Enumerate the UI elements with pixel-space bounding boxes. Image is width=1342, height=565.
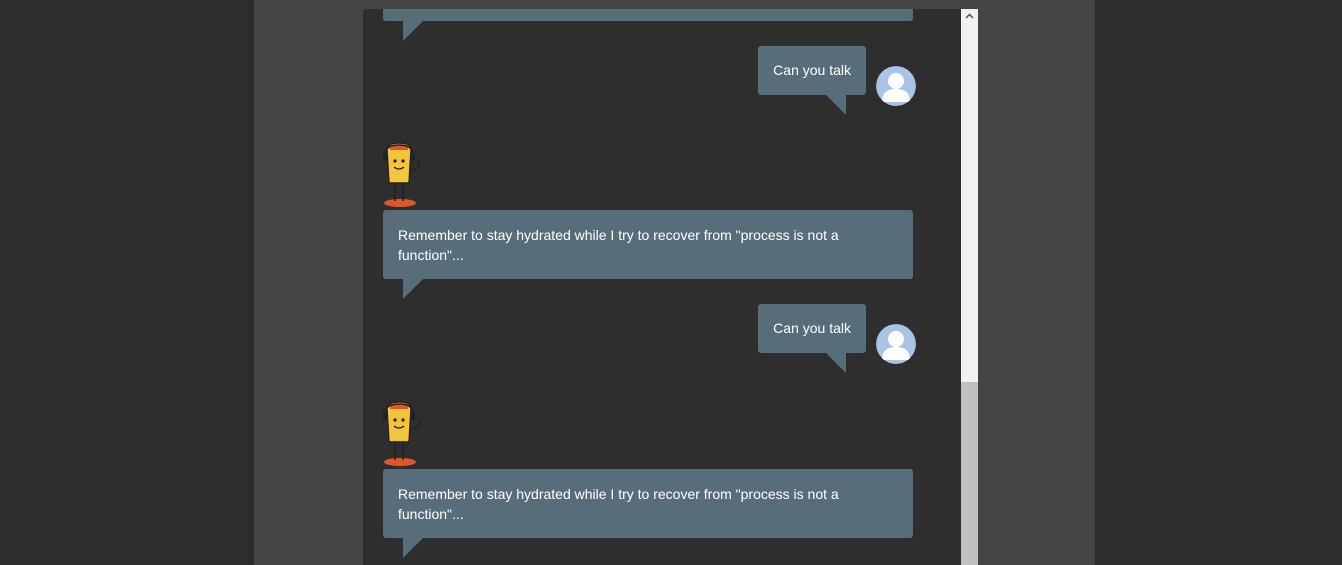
chevron-up-icon bbox=[965, 13, 974, 19]
bubble-tail bbox=[403, 279, 423, 299]
bubble-tail bbox=[403, 21, 423, 41]
bubble-tail bbox=[403, 538, 423, 558]
user-message-text: Can you talk bbox=[773, 62, 851, 78]
scrollbar-thumb[interactable] bbox=[961, 382, 978, 565]
bot-message-text: Remember to stay hydrated while I try to… bbox=[398, 486, 839, 522]
scrollbar[interactable] bbox=[961, 9, 978, 565]
user-avatar-icon bbox=[876, 66, 916, 106]
chat-window: Can you talk Remember to stay hydrated w bbox=[363, 9, 978, 565]
scroll-up-button[interactable] bbox=[961, 9, 978, 26]
user-message-bubble: Can you talk bbox=[758, 304, 866, 373]
robot-mascot-icon bbox=[381, 139, 425, 209]
user-message-text: Can you talk bbox=[773, 320, 851, 336]
user-message-bubble: Can you talk bbox=[758, 46, 866, 115]
bot-message-bubble bbox=[383, 9, 913, 41]
bubble-tail bbox=[826, 352, 846, 373]
user-avatar-icon bbox=[876, 324, 916, 364]
bubble-tail bbox=[826, 94, 846, 115]
bot-message-bubble: Remember to stay hydrated while I try to… bbox=[383, 210, 913, 299]
bot-message-bubble: Remember to stay hydrated while I try to… bbox=[383, 469, 913, 558]
bot-message-text: Remember to stay hydrated while I try to… bbox=[398, 227, 839, 263]
robot-mascot-icon bbox=[381, 398, 425, 468]
